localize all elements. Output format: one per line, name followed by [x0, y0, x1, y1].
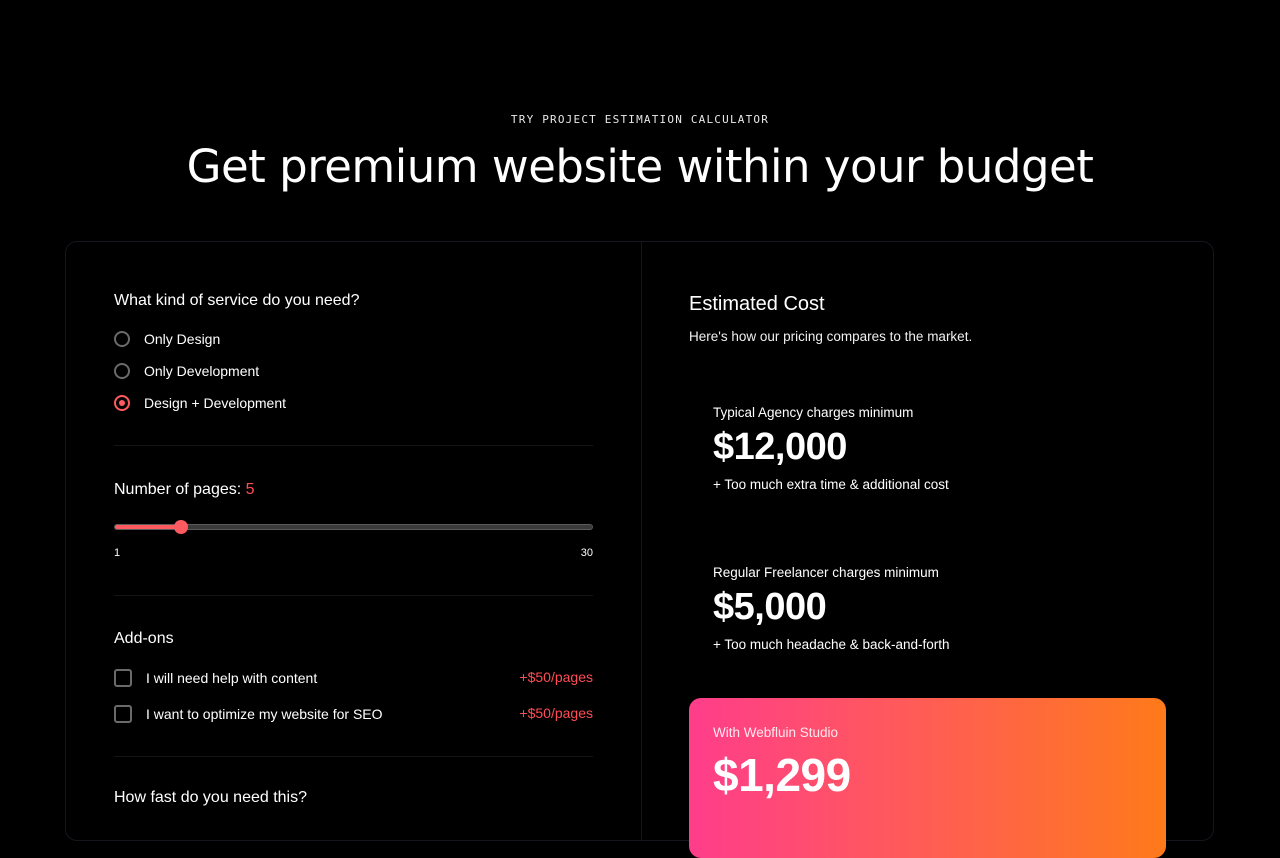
radio-design-development[interactable]: Design + Development [114, 392, 286, 414]
radio-button[interactable] [114, 363, 130, 379]
addon-label: I want to optimize my website for SEO [146, 706, 383, 722]
radio-label: Only Development [144, 363, 260, 379]
checkbox[interactable] [114, 669, 132, 687]
pages-count: 5 [245, 481, 255, 498]
studio-label: With Webfluin Studio [713, 725, 839, 740]
radio-only-design[interactable]: Only Design [114, 328, 220, 350]
checkbox[interactable] [114, 705, 132, 723]
addon-price: +$50/pages [519, 669, 593, 685]
studio-price: $1,299 [713, 749, 851, 801]
freelancer-label: Regular Freelancer charges minimum [713, 565, 939, 580]
studio-price-card: With Webfluin Studio $1,299 [689, 698, 1166, 858]
page-title: Get premium website within your budget [186, 140, 1094, 193]
radio-button-selected[interactable] [114, 395, 130, 411]
addon-content-help[interactable]: I will need help with content [114, 667, 317, 689]
section-divider [114, 445, 593, 446]
radio-only-development[interactable]: Only Development [114, 360, 259, 382]
section-divider [114, 756, 593, 757]
pages-label: Number of pages: 5 [114, 481, 255, 499]
freelancer-note: + Too much headache & back-and-forth [713, 637, 950, 652]
agency-note: + Too much extra time & additional cost [713, 477, 949, 492]
column-divider [641, 242, 642, 840]
eyebrow-label: TRY PROJECT ESTIMATION CALCULATOR [510, 113, 770, 126]
agency-label: Typical Agency charges minimum [713, 405, 914, 420]
pages-label-text: Number of pages: [114, 481, 242, 498]
service-question: What kind of service do you need? [114, 292, 360, 309]
estimate-title: Estimated Cost [689, 293, 825, 315]
agency-price-block: Typical Agency charges minimum $12,000 +… [713, 405, 949, 492]
calculator-card: What kind of service do you need? Only D… [65, 241, 1214, 858]
estimate-subtitle: Here's how our pricing compares to the m… [689, 329, 973, 344]
radio-label: Only Design [144, 331, 221, 347]
speed-question: How fast do you need this? [114, 789, 308, 806]
addon-price: +$50/pages [519, 705, 593, 721]
slider-max-label: 30 [580, 547, 593, 559]
addons-title: Add-ons [114, 630, 174, 647]
freelancer-price-block: Regular Freelancer charges minimum $5,00… [713, 565, 950, 652]
radio-label: Design + Development [144, 395, 287, 411]
slider-thumb[interactable] [173, 520, 188, 534]
pages-slider[interactable] [114, 520, 593, 534]
slider-fill [115, 525, 181, 529]
agency-price: $12,000 [713, 426, 847, 468]
section-divider [114, 595, 593, 596]
freelancer-price: $5,000 [713, 586, 827, 628]
addon-seo[interactable]: I want to optimize my website for SEO [114, 703, 383, 725]
slider-min-label: 1 [114, 547, 121, 559]
radio-button[interactable] [114, 331, 130, 347]
addon-label: I will need help with content [146, 670, 318, 686]
